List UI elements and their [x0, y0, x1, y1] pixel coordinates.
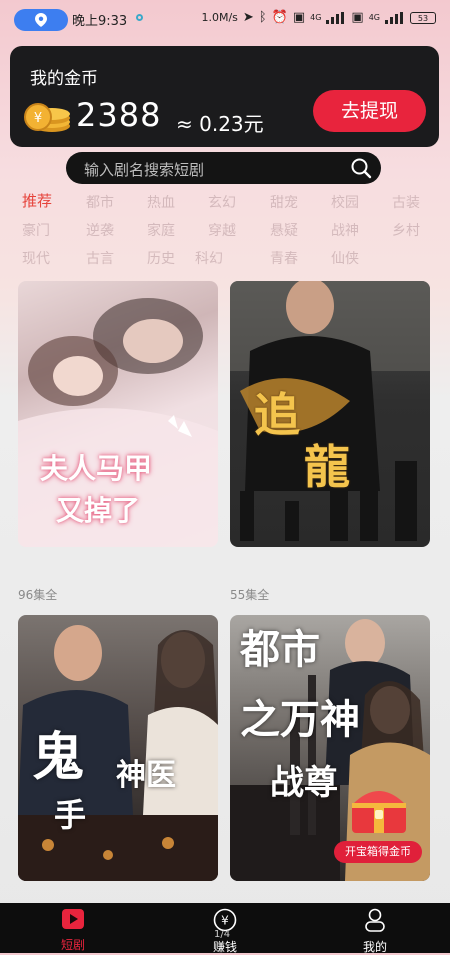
tab-category[interactable]: 都市: [86, 192, 114, 212]
tab-category[interactable]: 热血: [147, 192, 175, 212]
tab-category[interactable]: 古装: [392, 192, 420, 212]
drama-title: 夫人马甲: [40, 452, 153, 485]
hd-icon: ▣: [292, 10, 306, 25]
page-indicator: 1/4: [214, 929, 231, 940]
svg-text:¥: ¥: [221, 914, 229, 928]
nav-label: 短剧: [60, 938, 85, 952]
signal-bars-icon-2: [385, 11, 405, 24]
drama-title-line2: 龍: [304, 440, 350, 494]
tab-category[interactable]: 古言: [86, 248, 114, 268]
hd-icon-2: ▣: [351, 10, 364, 25]
alarm-icon: ⏰: [271, 10, 288, 25]
tab-category[interactable]: 历史: [147, 248, 175, 268]
search-icon[interactable]: [350, 157, 372, 179]
drama-card[interactable]: 夫人马甲 又掉了: [18, 281, 218, 547]
drama-title-line2: 又掉了: [56, 494, 141, 527]
network-type-2: 4G: [368, 13, 380, 22]
tab-category[interactable]: 逆袭: [86, 220, 114, 240]
tab-category[interactable]: 悬疑: [270, 220, 298, 240]
gold-coin-stack-icon: ¥: [24, 103, 70, 132]
drama-title-line2: 之万神: [240, 697, 360, 743]
treasure-chest-icon[interactable]: [348, 783, 410, 835]
search-placeholder: 输入剧名搜索短剧: [84, 161, 205, 179]
nav-mine[interactable]: 我的: [345, 908, 405, 955]
tab-category[interactable]: 青春: [270, 248, 298, 268]
coin-approx-value: ≈ 0.23元: [176, 112, 264, 136]
clock: 晚上9:33: [72, 14, 128, 29]
drama-title: 鬼: [32, 728, 85, 788]
tab-category[interactable]: 穿越: [208, 220, 236, 240]
nav-label: 我的: [362, 940, 387, 954]
tab-category[interactable]: 科幻: [195, 248, 223, 268]
tab-category[interactable]: 校园: [331, 192, 359, 212]
tab-recommend[interactable]: 推荐: [22, 190, 52, 211]
drama-title-line3: 战尊: [270, 763, 338, 803]
play-icon: [62, 909, 84, 929]
svg-text:¥: ¥: [34, 111, 42, 126]
tab-category[interactable]: 家庭: [147, 220, 175, 240]
status-bar: 晚上9:33 1.0M/s ➤ ᛒ ⏰ ▣ 4G ▣ 4G 53: [0, 0, 450, 38]
tab-category[interactable]: 乡村: [392, 220, 420, 240]
drama-card[interactable]: 都市 之万神 战尊 开宝箱得金币: [230, 615, 430, 881]
treasure-reward-badge[interactable]: 开宝箱得金币: [334, 841, 422, 863]
battery-icon: 53: [410, 11, 436, 24]
coin-amount: 2388: [76, 96, 162, 134]
coin-card-title: 我的金币: [30, 69, 98, 89]
episode-count: 55集全: [230, 588, 270, 602]
drama-card[interactable]: 鬼 神医 手: [18, 615, 218, 881]
drama-title: 追: [254, 388, 300, 442]
search-bar[interactable]: 输入剧名搜索短剧: [66, 152, 381, 184]
bluetooth-icon: ᛒ: [258, 10, 267, 25]
nav-label: 赚钱: [212, 940, 237, 954]
tab-category[interactable]: 甜宠: [270, 192, 298, 212]
person-icon: [365, 908, 385, 932]
drama-title-line3: 手: [54, 796, 87, 834]
episode-count: 96集全: [18, 588, 58, 602]
notification-dot-icon: [136, 14, 143, 21]
tab-category[interactable]: 仙侠: [331, 248, 359, 268]
location-pill[interactable]: [14, 9, 68, 31]
bottom-navigation: 短剧 ¥ 赚钱 我的: [0, 903, 450, 955]
coin-card: 我的金币 ¥ 2388 ≈ 0.23元 去提现: [10, 46, 439, 147]
location-arrow-icon: ➤: [242, 10, 254, 25]
drama-card[interactable]: 追 龍: [230, 281, 430, 547]
tab-category[interactable]: 现代: [22, 248, 50, 268]
network-type-1: 4G: [310, 13, 322, 22]
drama-title: 都市: [240, 627, 320, 673]
status-icons: 1.0M/s ➤ ᛒ ⏰ ▣ 4G ▣ 4G 53: [201, 10, 436, 25]
tab-category[interactable]: 战神: [331, 220, 359, 240]
location-pin-icon: [35, 13, 47, 27]
tab-category[interactable]: 豪门: [22, 220, 50, 240]
drama-title-line2: 神医: [116, 758, 176, 793]
tab-category[interactable]: 玄幻: [208, 192, 236, 212]
nav-short-drama[interactable]: 短剧: [43, 908, 103, 953]
signal-bars-icon: [326, 11, 346, 24]
withdraw-button[interactable]: 去提现: [313, 90, 426, 132]
network-speed: 1.0M/s: [201, 11, 238, 24]
